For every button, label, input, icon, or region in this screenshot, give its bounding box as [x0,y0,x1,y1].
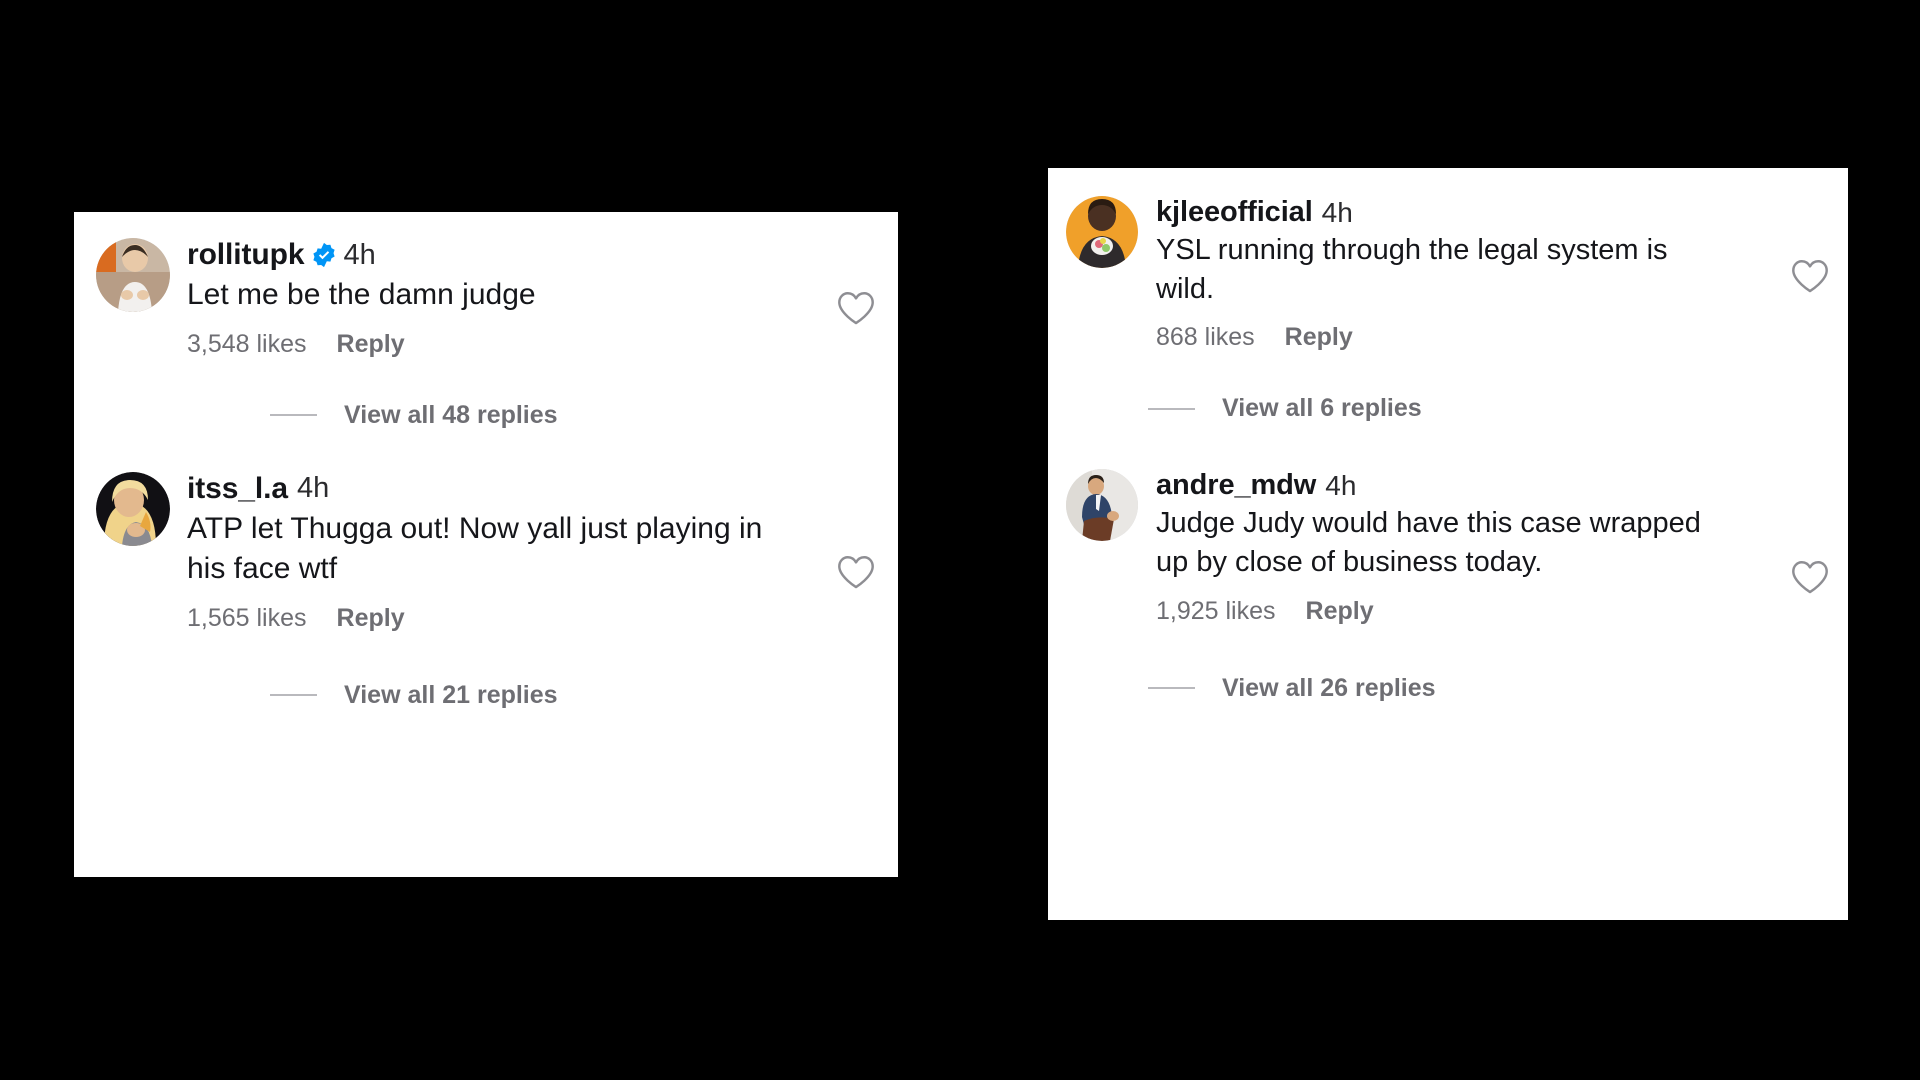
comment-text: ATP let Thugga out! Now yall just playin… [187,511,763,585]
view-replies-button[interactable]: View all 48 replies [74,401,898,430]
reply-button[interactable]: Reply [337,604,405,633]
view-replies-button[interactable]: View all 21 replies [74,681,898,710]
comment-timestamp: 4h [1321,196,1353,228]
heart-outline-icon[interactable] [1790,559,1830,595]
comment-text: YSL running through the legal system is … [1156,234,1668,306]
screenshot-stage: rollitupk 4h Let me be the damn judge 3,… [0,0,1920,1080]
comment-body: itss_l.a 4h ATP let Thugga out! Now yall… [187,472,880,633]
view-replies-button[interactable]: View all 6 replies [1048,394,1848,423]
comment-timestamp: 4h [1325,469,1357,501]
comment-item: itss_l.a 4h ATP let Thugga out! Now yall… [74,471,898,633]
comment-stats: 3,548 likes Reply [187,330,880,359]
view-replies-label: View all 6 replies [1222,394,1422,423]
reply-button[interactable]: Reply [1306,597,1374,626]
avatar-rollitupk[interactable] [96,238,170,312]
heart-outline-icon[interactable] [836,554,876,590]
comment-card-left: rollitupk 4h Let me be the damn judge 3,… [74,212,898,877]
view-replies-button[interactable]: View all 26 replies [1048,674,1848,703]
comment-meta: kjleeofficial 4h [1156,196,1832,229]
comment-username[interactable]: rollitupk [187,238,305,272]
likes-count[interactable]: 3,548 likes [187,330,307,359]
comment-body: rollitupk 4h Let me be the damn judge 3,… [187,238,880,359]
reply-button[interactable]: Reply [1285,323,1353,352]
comment-text: Judge Judy would have this case wrapped … [1156,507,1701,579]
comment-avatar-wrap [96,471,187,546]
verified-badge-icon [311,242,337,268]
comment-stats: 868 likes Reply [1156,323,1832,352]
comment-item: andre_mdw 4h Judge Judy would have this … [1048,469,1848,625]
comment-timestamp: 4h [296,472,330,505]
comment-text: Let me be the damn judge [187,278,536,311]
comment-card-right: kjleeofficial 4h YSL running through the… [1048,168,1848,920]
reply-button[interactable]: Reply [337,330,405,359]
comment-meta: rollitupk 4h [187,238,880,272]
avatar-andre-mdw[interactable] [1066,469,1138,542]
comment-stats: 1,925 likes Reply [1156,597,1832,626]
replies-dash [270,694,317,697]
comment-avatar-wrap [96,238,187,312]
comment-avatar-wrap [1066,469,1156,542]
comment-avatar-wrap [1066,196,1156,268]
avatar-itss-la[interactable] [96,471,170,546]
avatar-kjleeofficial[interactable] [1066,196,1138,268]
comment-username[interactable]: itss_l.a [187,472,288,506]
view-replies-label: View all 26 replies [1222,673,1436,702]
comment-meta: andre_mdw 4h [1156,469,1832,502]
replies-dash [1148,687,1195,690]
replies-dash [270,414,317,417]
comment-body: andre_mdw 4h Judge Judy would have this … [1156,469,1832,625]
comment-username[interactable]: kjleeofficial [1156,196,1313,229]
comment-item: kjleeofficial 4h YSL running through the… [1048,196,1848,352]
comment-body: kjleeofficial 4h YSL running through the… [1156,196,1832,352]
comment-meta: itss_l.a 4h [187,472,880,506]
comment-item: rollitupk 4h Let me be the damn judge 3,… [74,238,898,359]
comment-timestamp: 4h [343,238,376,271]
likes-count[interactable]: 1,925 likes [1156,597,1276,626]
likes-count[interactable]: 1,565 likes [187,604,307,633]
heart-outline-icon[interactable] [1790,258,1830,294]
view-replies-label: View all 48 replies [344,400,558,429]
comment-username[interactable]: andre_mdw [1156,469,1316,502]
heart-outline-icon[interactable] [836,290,876,326]
replies-dash [1148,407,1195,410]
likes-count[interactable]: 868 likes [1156,323,1255,352]
view-replies-label: View all 21 replies [344,680,558,709]
comment-stats: 1,565 likes Reply [187,604,880,633]
